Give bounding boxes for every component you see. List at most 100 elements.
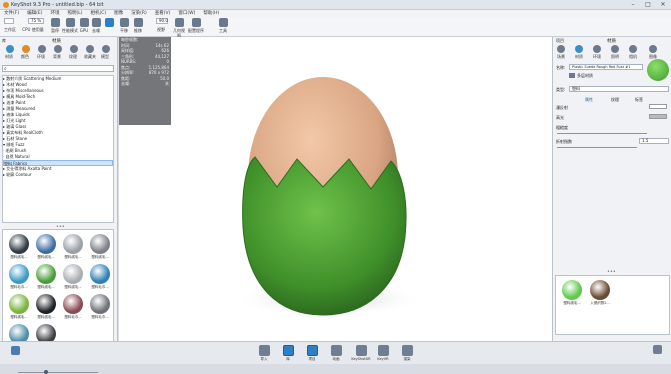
tab-materials[interactable]: 材质 xyxy=(5,54,13,60)
pause-button[interactable]: 暂停 xyxy=(48,18,62,33)
tab-camera-icon[interactable] xyxy=(629,45,637,53)
menu-image[interactable]: 图像 xyxy=(110,10,127,17)
cpu-usage-select[interactable]: 75 % xyxy=(28,18,44,24)
tools-button[interactable]: 工具 xyxy=(216,18,230,33)
cloud-library-button[interactable] xyxy=(4,346,26,356)
tab-scene[interactable]: 场景 xyxy=(557,54,565,60)
minimize-button[interactable]: – xyxy=(626,0,640,10)
tab-models[interactable]: 模型 xyxy=(101,54,109,60)
tab-backplates[interactable]: 背景 xyxy=(53,54,61,60)
fov-input[interactable]: 90.0 xyxy=(156,18,168,24)
menu-help[interactable]: 帮助(H) xyxy=(199,10,223,17)
material-thumbnail[interactable] xyxy=(36,264,56,284)
tab-colors-icon[interactable] xyxy=(22,45,30,53)
keyvr-button[interactable]: KeyVR xyxy=(376,345,390,361)
material-thumbnail[interactable] xyxy=(90,264,110,284)
render-icon xyxy=(401,345,413,356)
tools-label: 工具 xyxy=(219,28,227,33)
cpu-usage-label: CPU 使用量 xyxy=(22,27,44,32)
roughness-slider[interactable] xyxy=(557,133,647,134)
material-tree[interactable]: ▸ 散射介质 Scattering Medium ▸ 木材 Wood ▸ 杂项 … xyxy=(2,75,114,223)
tab-models-icon[interactable] xyxy=(102,45,110,53)
keyshotxr-button[interactable]: KeyShotXR xyxy=(351,345,371,361)
ior-slider[interactable] xyxy=(557,147,637,148)
material-thumbnail[interactable] xyxy=(63,264,83,284)
performance-mode-button[interactable]: 性能模式 xyxy=(62,18,78,33)
tree-item[interactable]: ▸ 轮廓 Contour xyxy=(3,172,113,178)
render-viewport[interactable]: 每秒帧数: 时间: 14s 62 采样值: 626 三角形: 44,127 NURBS: 0 焦点… xyxy=(119,37,552,341)
project-button[interactable]: 项目 xyxy=(305,345,319,362)
tab-environment[interactable]: 环境 xyxy=(593,54,601,60)
library-button[interactable]: 库 xyxy=(281,345,295,362)
menu-environment[interactable]: 环境 xyxy=(46,10,63,17)
material-type-select[interactable]: 塑料 xyxy=(569,86,669,92)
subtab-labels[interactable]: 标签 xyxy=(635,97,643,103)
configurator-button[interactable]: 配置程序 xyxy=(188,18,204,33)
library-search-input[interactable]: ⌕ xyxy=(2,65,114,72)
menu-window[interactable]: 窗口(W) xyxy=(174,10,199,17)
subtab-properties[interactable]: 属性 xyxy=(585,97,593,103)
denoise-button[interactable]: 去噪 xyxy=(90,18,102,33)
tab-scene-icon[interactable] xyxy=(557,45,565,53)
multi-material-button[interactable]: 多层材质 xyxy=(577,73,593,79)
tab-materials-icon[interactable] xyxy=(6,45,14,53)
gpu-button[interactable]: GPU xyxy=(78,18,90,33)
material-thumbnail[interactable] xyxy=(90,234,110,254)
material-thumbnail[interactable] xyxy=(63,234,83,254)
menu-camera[interactable]: 相机(C) xyxy=(87,10,111,17)
gpu-label: GPU xyxy=(79,28,89,33)
tab-lighting[interactable]: 照明 xyxy=(611,54,619,60)
pan-button[interactable]: 平移 xyxy=(118,18,130,33)
material-thumbnail[interactable] xyxy=(9,234,29,254)
multi-material-icon xyxy=(569,73,575,78)
thumbnail-size-slider[interactable] xyxy=(18,372,98,373)
tab-textures[interactable]: 纹理 xyxy=(69,54,77,60)
workspace-select[interactable] xyxy=(4,18,14,24)
tab-environments-icon[interactable] xyxy=(38,45,46,53)
toggle-panel-button[interactable] xyxy=(650,345,664,355)
thumbnail-size-knob[interactable] xyxy=(44,370,48,374)
scene-material-thumbnail[interactable] xyxy=(590,280,610,300)
close-button[interactable]: ✕ xyxy=(656,0,670,10)
ior-input[interactable]: 1.5 xyxy=(639,138,669,144)
tab-favorites-icon[interactable] xyxy=(86,45,94,53)
dolly-button[interactable]: 推移 xyxy=(132,18,144,33)
tab-favorites[interactable]: 收藏夹 xyxy=(84,54,96,60)
tab-colors[interactable]: 颜色 xyxy=(21,54,29,60)
material-thumbnail[interactable] xyxy=(9,264,29,284)
tab-environments[interactable]: 环境 xyxy=(37,54,45,60)
tab-material-icon[interactable] xyxy=(575,45,583,53)
subtab-textures[interactable]: 纹理 xyxy=(611,97,619,103)
tab-environment-icon[interactable] xyxy=(593,45,601,53)
tab-textures-icon[interactable] xyxy=(70,45,78,53)
menu-view[interactable]: 查看(V) xyxy=(151,10,175,17)
menu-edit[interactable]: 编辑(E) xyxy=(23,10,46,17)
animation-button[interactable]: 动画 xyxy=(329,345,343,362)
tab-backplates-icon[interactable] xyxy=(54,45,62,53)
diffuse-color-swatch[interactable] xyxy=(649,104,667,109)
refresh-button[interactable] xyxy=(103,18,115,28)
geometry-view-button[interactable]: 几何视图 xyxy=(172,18,186,38)
material-thumbnail-label: 塑料绒毛... xyxy=(37,255,55,259)
material-thumbnail[interactable] xyxy=(36,234,56,254)
render-image xyxy=(234,77,424,317)
tab-image-icon[interactable] xyxy=(649,45,657,53)
tab-material[interactable]: 材质 xyxy=(575,54,583,60)
tab-camera[interactable]: 相机 xyxy=(629,54,637,60)
specular-color-swatch[interactable] xyxy=(649,114,667,119)
material-thumbnail[interactable] xyxy=(9,294,29,314)
material-thumbnail[interactable] xyxy=(63,294,83,314)
menu-render[interactable]: 渲染(R) xyxy=(127,10,151,17)
maximize-button[interactable]: □ xyxy=(641,0,655,10)
import-button[interactable]: 导入 xyxy=(257,345,271,362)
material-name-input[interactable]: Plastic Suede Rough Red Fuzz #1 xyxy=(569,64,643,70)
tab-lighting-icon[interactable] xyxy=(611,45,619,53)
material-thumbnail[interactable] xyxy=(90,294,110,314)
material-thumbnail-label: 塑料绒毛... xyxy=(91,255,109,259)
render-button[interactable]: 渲染 xyxy=(400,345,414,362)
menu-file[interactable]: 文件(F) xyxy=(0,10,23,17)
material-thumbnail[interactable] xyxy=(36,294,56,314)
menu-lighting[interactable]: 照明(L) xyxy=(63,10,86,17)
scene-material-thumbnail[interactable] xyxy=(562,280,582,300)
title-bar: KeyShot 9.3 Pro - untitled.bip - 64 bit … xyxy=(0,0,671,10)
